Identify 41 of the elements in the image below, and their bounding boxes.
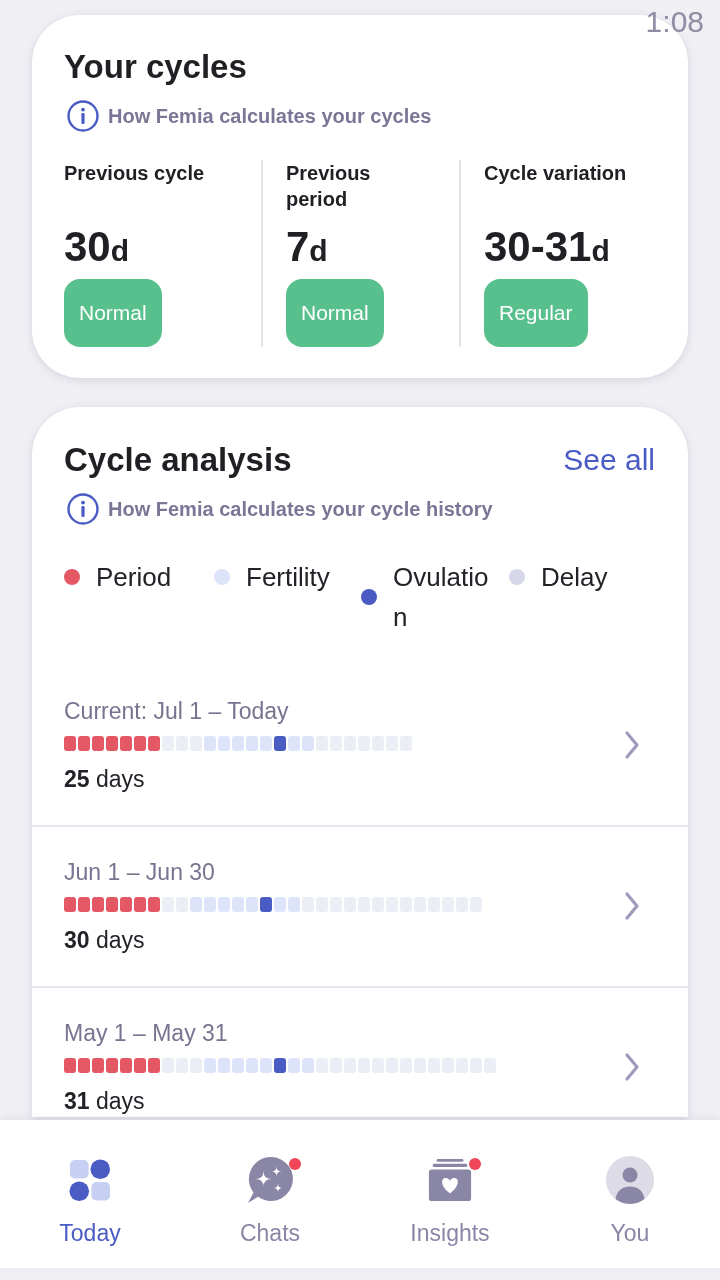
cycle-dates: Current: Jul 1 – Today <box>64 698 289 724</box>
card-title: Your cycles <box>64 47 248 87</box>
info-icon <box>67 493 99 525</box>
chevron-right-icon <box>624 730 640 760</box>
nav-tab[interactable]: You <box>540 1120 720 1268</box>
stat-value: 7d <box>286 223 328 271</box>
stat-label: Previous period <box>286 161 372 212</box>
status-badge: Regular <box>484 279 588 347</box>
legend-label: Delay <box>541 561 608 594</box>
legend-label: Fertility <box>246 561 330 594</box>
cycle-dates: Jun 1 – Jun 30 <box>64 859 215 885</box>
heart-folder-icon <box>427 1158 473 1202</box>
dashboard-icon <box>69 1159 111 1201</box>
status-time: 1:08 <box>645 4 704 40</box>
stat-label: Previous cycle <box>64 161 205 186</box>
chat-bubble-icon <box>246 1156 294 1204</box>
cycle-length: 31 days <box>64 1088 145 1114</box>
stat-label: Cycle variation <box>484 161 627 186</box>
status-badge: Normal <box>286 279 384 347</box>
avatar-icon <box>606 1156 654 1204</box>
nav-tab[interactable]: Chats <box>180 1120 360 1268</box>
cycle-row[interactable]: Current: Jul 1 – Today 25 days <box>32 666 688 825</box>
chevron-right-icon <box>624 1052 640 1082</box>
card-title: Cycle analysis <box>64 440 292 480</box>
cycle-dates: May 1 – May 31 <box>64 1020 228 1046</box>
status-badge: Normal <box>64 279 162 347</box>
nav-tab[interactable]: Today <box>0 1120 180 1268</box>
info-icon <box>67 100 99 132</box>
legend-label: Period <box>96 561 172 594</box>
stat-value: 30-31d <box>484 223 610 271</box>
legend-label: Ovulation <box>393 561 490 634</box>
stat-value: 30d <box>64 223 130 271</box>
cycle-row[interactable]: Jun 1 – Jun 30 30 days <box>32 825 688 986</box>
cycle-length: 30 days <box>64 927 145 953</box>
cycle-length: 25 days <box>64 766 145 792</box>
info-link[interactable]: How Femia calculates your cycle history <box>64 493 493 525</box>
info-link[interactable]: How Femia calculates your cycles <box>64 100 432 132</box>
see-all-link[interactable]: See all <box>563 442 655 478</box>
nav-tab[interactable]: Insights <box>360 1120 540 1268</box>
cycle-row[interactable]: May 1 – May 31 31 days <box>32 986 688 1117</box>
chevron-right-icon <box>624 891 640 921</box>
